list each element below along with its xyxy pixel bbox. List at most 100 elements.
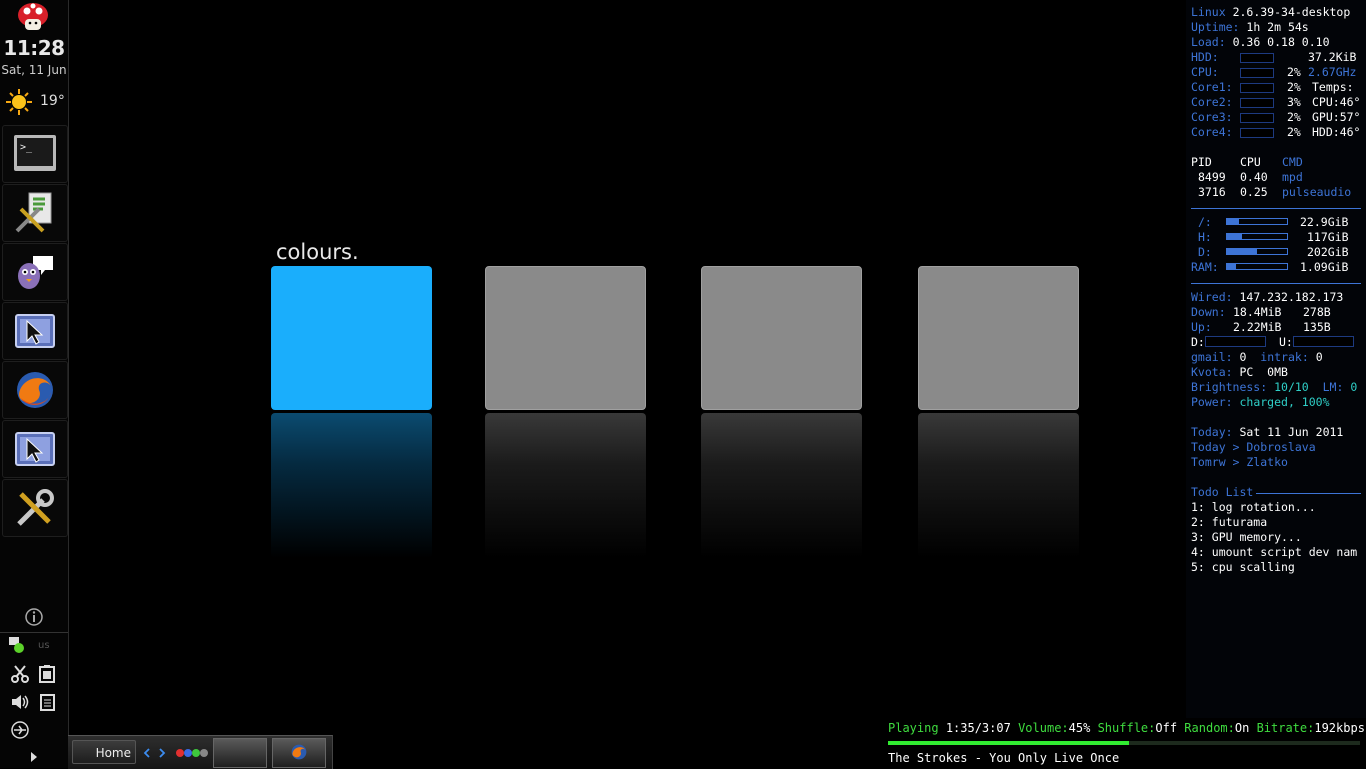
kvota-label: Kvota:: [1191, 365, 1233, 379]
keyboard-layout-indicator[interactable]: us: [38, 640, 58, 660]
song-progress-bar[interactable]: [888, 741, 1360, 745]
colour-tile-reflection: [701, 413, 862, 558]
core-pct: 2%: [1287, 80, 1301, 94]
core-graph: [1240, 113, 1274, 123]
launcher-settings-tool[interactable]: [2, 184, 68, 242]
core-pct: 3%: [1287, 95, 1301, 109]
up-label: Up:: [1191, 320, 1212, 334]
volume-icon[interactable]: [10, 692, 30, 712]
today-line: Today: Sat 11 Jun 2011: [1191, 425, 1343, 440]
core-temp: Temps:: [1312, 80, 1354, 94]
core-graph: [1240, 83, 1274, 93]
kernel-label: Linux: [1191, 5, 1226, 19]
mail-line: gmail: 0 intrak: 0: [1191, 350, 1323, 365]
uptime-label: Uptime:: [1191, 20, 1240, 34]
brightness-value: 10/10: [1274, 380, 1309, 394]
clipboard-icon[interactable]: [37, 692, 57, 712]
colour-tile-1[interactable]: [271, 266, 432, 410]
today-label: Today:: [1191, 425, 1233, 439]
core-temp: CPU:46°: [1312, 95, 1361, 109]
colour-tile-reflection: [485, 413, 646, 558]
proc-cmd: pulseaudio: [1282, 185, 1352, 199]
colours-title: colours.: [276, 240, 359, 264]
up-total: 2.22MiB: [1233, 320, 1282, 334]
left-dock-panel: 11:28 Sat, 11 Jun 19° >_ us: [0, 0, 69, 768]
ram-usage-bar: [1226, 263, 1288, 270]
chevron-left-icon[interactable]: [142, 748, 152, 758]
proc-header-cmd: CMD: [1282, 155, 1303, 169]
download-graph: [1205, 336, 1266, 347]
launcher-window-selector[interactable]: [2, 302, 68, 360]
todo-item: 2: futurama: [1191, 515, 1268, 529]
down-rate: 278B: [1303, 305, 1331, 319]
launcher-window-selector-2[interactable]: [2, 420, 68, 478]
mpd-volume: 45%: [1068, 721, 1091, 735]
hdd-label: HDD:: [1191, 50, 1219, 64]
taskbar-window-button[interactable]: [213, 738, 267, 768]
today-date: Sat 11 Jun 2011: [1239, 425, 1344, 439]
launcher-tools[interactable]: [2, 479, 68, 537]
colour-tile-3[interactable]: [701, 266, 862, 410]
launcher-firefox[interactable]: [2, 361, 68, 419]
wired-line: Wired: 147.232.182.173: [1191, 290, 1343, 305]
disk-usage-bar: [1226, 233, 1288, 240]
power-label: Power:: [1191, 395, 1233, 409]
launcher-terminal[interactable]: >_: [2, 125, 68, 183]
clock-time: 11:28: [3, 36, 65, 60]
wired-label: Wired:: [1191, 290, 1233, 304]
power-line: Power: charged, 100%: [1191, 395, 1330, 410]
kvota-line: Kvota: PC 0MB: [1191, 365, 1288, 380]
download-graph-label: D:: [1191, 335, 1205, 349]
hdd-value: 37.2KiB: [1308, 50, 1357, 64]
section-divider: [1191, 283, 1361, 284]
lm-label: LM:: [1322, 380, 1344, 394]
uptime-value: 1h 2m 54s: [1246, 20, 1309, 34]
expand-arrow-icon[interactable]: [29, 750, 39, 764]
wired-ip: 147.232.182.173: [1239, 290, 1344, 304]
scissors-icon[interactable]: [10, 664, 30, 684]
chevron-right-icon[interactable]: [157, 748, 167, 758]
gmail-label: gmail:: [1191, 350, 1233, 364]
kvota-value: PC 0MB: [1239, 365, 1288, 379]
mpd-random-label: Random:: [1184, 721, 1235, 735]
down-label: Down:: [1191, 305, 1226, 319]
colour-tile-2[interactable]: [485, 266, 646, 410]
launcher-pidgin-chat[interactable]: [2, 243, 68, 301]
power-value: charged, 100%: [1239, 395, 1330, 409]
home-button[interactable]: Home: [72, 740, 136, 764]
core-graph: [1240, 98, 1274, 108]
intrak-label: intrak:: [1260, 350, 1309, 364]
disk-usage-bar: [1226, 248, 1288, 255]
mpd-bitrate-label: Bitrate:: [1256, 721, 1315, 735]
mpd-status: Playing: [888, 721, 939, 735]
todo-title: Todo List: [1191, 485, 1254, 499]
tools-icon: [17, 489, 54, 526]
mpd-shuffle: Off: [1155, 721, 1178, 735]
proc-header-cpu: CPU: [1240, 155, 1261, 169]
taskbar-firefox-button[interactable]: [272, 738, 326, 768]
todo-item: 4: umount script dev nam: [1191, 545, 1358, 559]
disk-value: 22.9GiB: [1300, 215, 1349, 229]
load-line: Load: 0.36 0.18 0.10: [1191, 35, 1330, 50]
proc-cpu: 0.25: [1240, 185, 1268, 199]
mpd-status-line: Playing 1:35/3:07 Volume:45% Shuffle:Off…: [888, 721, 1365, 736]
cpu-freq: 2.67GHz: [1308, 65, 1357, 79]
colour-tile-reflection: [918, 413, 1079, 558]
network-status-icon[interactable]: [8, 636, 28, 656]
info-icon[interactable]: [24, 607, 44, 627]
colour-tile-4[interactable]: [918, 266, 1079, 410]
kernel-value: 2.6.39-34-desktop: [1232, 5, 1351, 19]
upload-graph-label: U:: [1279, 335, 1293, 349]
load-value: 0.36 0.18 0.10: [1232, 35, 1330, 49]
usb-device-icon[interactable]: [10, 720, 30, 740]
ram-label: RAM:: [1191, 260, 1219, 274]
disk-value: 117GiB: [1307, 230, 1349, 244]
workspace-switcher-icon[interactable]: [175, 748, 209, 758]
mushroom-logo-icon[interactable]: [16, 2, 50, 32]
battery-icon[interactable]: [37, 664, 57, 684]
proc-header-pid: PID: [1191, 155, 1212, 169]
uptime-line: Uptime: 1h 2m 54s: [1191, 20, 1309, 35]
weather-temperature: 19°: [40, 93, 65, 109]
core-label: Core4:: [1191, 125, 1233, 139]
tray-divider: [0, 632, 68, 633]
